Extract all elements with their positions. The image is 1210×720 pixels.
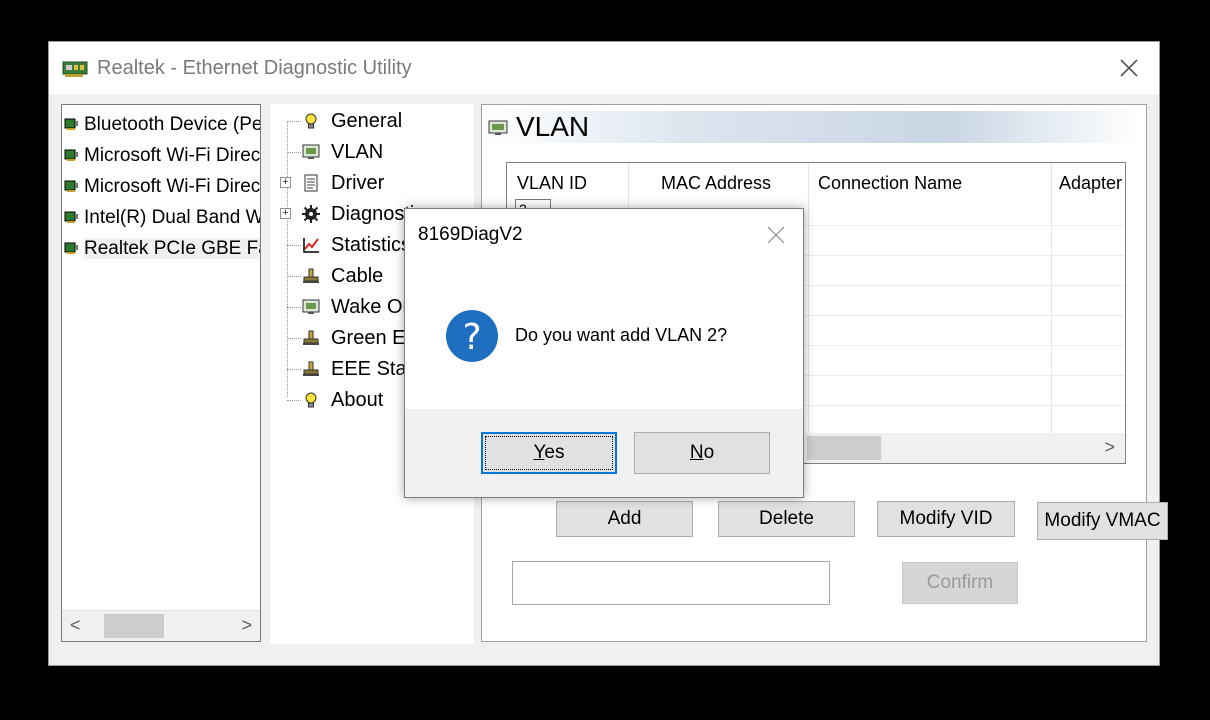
- section-header: VLAN: [486, 111, 1142, 143]
- adapter-label: Microsoft Wi-Fi Direct Virtual Adapter #…: [84, 176, 261, 197]
- network-card-icon: [62, 61, 88, 77]
- adapter-item[interactable]: Intel(R) Dual Band Wireless-AC: [62, 202, 260, 233]
- column-header[interactable]: Adapter: [1059, 163, 1122, 203]
- network-adapter-icon: [64, 180, 78, 192]
- no-button[interactable]: No: [634, 432, 770, 474]
- column-header[interactable]: Connection Name: [818, 163, 962, 203]
- adapter-list[interactable]: Bluetooth Device (Personal Area Network)…: [61, 104, 261, 642]
- add-button[interactable]: Add: [556, 501, 693, 537]
- scroll-right-arrow[interactable]: >: [1104, 437, 1115, 458]
- monitor-icon: [302, 144, 320, 159]
- tree-label: Statistics: [331, 234, 412, 256]
- adapter-label: Bluetooth Device (Personal Area Network): [84, 114, 260, 135]
- tree-label: VLAN: [331, 141, 384, 163]
- yes-mnemonic: Y: [533, 442, 545, 463]
- network-jack-icon: [303, 268, 319, 283]
- table-header: VLAN ID MAC Address Connection Name Adap…: [507, 163, 1125, 203]
- scroll-thumb[interactable]: [104, 614, 164, 638]
- tree-branch: [287, 152, 301, 153]
- network-adapter-icon: [64, 149, 78, 161]
- dialog-footer: Yes No: [405, 409, 803, 497]
- monitor-icon: [488, 120, 508, 135]
- yes-button[interactable]: Yes: [481, 432, 617, 474]
- close-icon[interactable]: [766, 225, 786, 245]
- adapter-label: Realtek PCIe GBE Family Controller: [84, 238, 260, 259]
- yes-label: es: [544, 442, 565, 463]
- dialog-message: Do you want add VLAN 2?: [515, 325, 728, 345]
- tree-branch: [287, 369, 301, 370]
- tree-branch: [287, 245, 301, 246]
- column-header[interactable]: MAC Address: [661, 163, 771, 203]
- document-icon: [304, 174, 318, 192]
- confirm-button[interactable]: Confirm: [902, 562, 1018, 604]
- tree-branch: [287, 276, 301, 277]
- no-mnemonic: N: [689, 442, 704, 463]
- window-title: Realtek - Ethernet Diagnostic Utility: [97, 57, 412, 79]
- scroll-left-arrow[interactable]: <: [70, 615, 81, 636]
- delete-button[interactable]: Delete: [718, 501, 855, 537]
- modify-vid-button[interactable]: Modify VID: [877, 501, 1015, 537]
- network-adapter-icon: [64, 211, 78, 223]
- gear-icon: [302, 205, 320, 223]
- adapter-item[interactable]: Bluetooth Device (Personal Area Network): [62, 109, 260, 140]
- column-header[interactable]: VLAN ID: [517, 163, 587, 203]
- adapter-item-selected[interactable]: Realtek PCIe GBE Family Controller: [62, 233, 260, 264]
- tree-label: Driver: [331, 172, 385, 194]
- tree-guide-line: [287, 121, 288, 397]
- column-divider: [808, 163, 809, 433]
- title-bar[interactable]: Realtek - Ethernet Diagnostic Utility: [49, 42, 1159, 94]
- close-icon[interactable]: [1117, 56, 1141, 80]
- adapter-item[interactable]: Microsoft Wi-Fi Direct Virtual Adapter #…: [62, 171, 260, 202]
- network-adapter-icon: [64, 118, 78, 130]
- network-jack-icon: [303, 361, 319, 376]
- confirm-dialog: 8169DiagV2 ? Do you want add VLAN 2? Yes…: [404, 208, 804, 498]
- no-label: o: [703, 442, 715, 463]
- scroll-thumb[interactable]: [807, 436, 881, 460]
- expand-toggle[interactable]: +: [280, 208, 291, 219]
- svg-text:?: ?: [462, 317, 481, 358]
- dialog-title: 8169DiagV2: [418, 224, 523, 245]
- tree-label: General: [331, 110, 403, 132]
- tree-branch: [287, 121, 301, 122]
- modify-vmac-button[interactable]: Modify VMAC: [1037, 502, 1168, 540]
- adapter-list-scrollbar[interactable]: < >: [62, 610, 260, 641]
- monitor-icon: [302, 299, 320, 314]
- chart-icon: [303, 238, 319, 253]
- tree-branch: [287, 400, 301, 401]
- adapter-item[interactable]: Microsoft Wi-Fi Direct Virtual Adapter: [62, 140, 260, 171]
- adapter-label: Microsoft Wi-Fi Direct Virtual Adapter: [84, 145, 261, 166]
- section-title: VLAN: [516, 111, 590, 142]
- network-adapter-icon: [64, 242, 78, 254]
- lightbulb-icon: [305, 392, 317, 408]
- lightbulb-icon: [305, 113, 317, 129]
- network-jack-icon: [303, 330, 319, 345]
- expand-toggle[interactable]: +: [280, 177, 291, 188]
- tree-branch: [287, 307, 301, 308]
- column-divider: [1051, 163, 1052, 433]
- adapter-label: Intel(R) Dual Band Wireless-AC: [84, 207, 260, 228]
- tree-label: About: [331, 389, 384, 411]
- scroll-right-arrow[interactable]: >: [241, 615, 252, 636]
- tree-branch: [287, 338, 301, 339]
- value-input[interactable]: [512, 561, 830, 605]
- question-icon: ?: [446, 310, 498, 362]
- tree-label: Cable: [331, 265, 384, 287]
